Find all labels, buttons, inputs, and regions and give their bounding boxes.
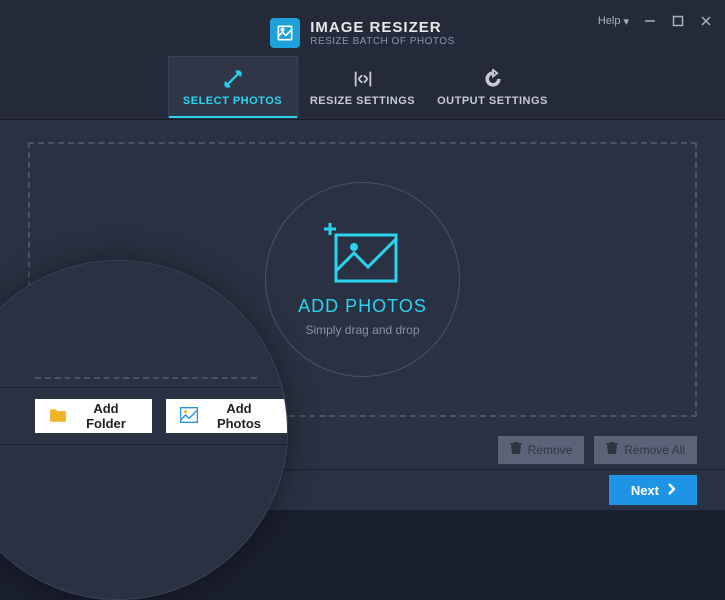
- tab-label: OUTPUT SETTINGS: [437, 95, 548, 107]
- button-label: Add Folder: [74, 401, 138, 431]
- app-logo-icon: [270, 18, 300, 48]
- tab-label: SELECT PHOTOS: [183, 95, 282, 107]
- button-label: Remove All: [624, 443, 685, 457]
- app-subtitle: RESIZE BATCH OF PHOTOS: [310, 36, 455, 47]
- trash-icon: [606, 441, 618, 458]
- add-photo-icon: [324, 223, 402, 290]
- button-label: Remove: [528, 443, 573, 457]
- button-label: Next: [631, 483, 659, 498]
- remove-all-button[interactable]: Remove All: [594, 436, 697, 464]
- folder-icon: [49, 407, 67, 426]
- titlebar: IMAGE RESIZER RESIZE BATCH OF PHOTOS Hel…: [0, 0, 725, 55]
- remove-button[interactable]: Remove: [498, 436, 585, 464]
- tab-bar: SELECT PHOTOS RESIZE SETTINGS OUTPUT SET…: [0, 55, 725, 120]
- maximize-button[interactable]: [671, 14, 685, 28]
- zoom-callout: Add Folder Add Photos: [0, 260, 288, 600]
- refresh-icon: [482, 68, 504, 90]
- trash-icon: [510, 441, 522, 458]
- tab-output-settings[interactable]: OUTPUT SETTINGS: [428, 56, 558, 118]
- add-photos-circle[interactable]: ADD PHOTOS Simply drag and drop: [265, 182, 460, 377]
- tab-resize-settings[interactable]: RESIZE SETTINGS: [298, 56, 428, 118]
- next-button[interactable]: Next: [609, 475, 697, 505]
- zoom-add-folder-button[interactable]: Add Folder: [35, 399, 152, 433]
- chevron-down-icon: ▾: [623, 15, 629, 28]
- tab-select-photos[interactable]: SELECT PHOTOS: [168, 56, 298, 118]
- resize-icon: [352, 68, 374, 90]
- tab-label: RESIZE SETTINGS: [310, 95, 415, 107]
- zoom-add-photos-button[interactable]: Add Photos: [166, 399, 287, 433]
- chevron-right-icon: [667, 483, 675, 498]
- add-photos-title: ADD PHOTOS: [298, 296, 427, 317]
- help-menu[interactable]: Help ▾: [598, 15, 629, 28]
- expand-arrows-icon: [222, 68, 244, 90]
- add-photos-subtitle: Simply drag and drop: [305, 323, 419, 337]
- app-title: IMAGE RESIZER: [310, 19, 455, 36]
- photo-icon: [180, 407, 198, 426]
- button-label: Add Photos: [205, 401, 273, 431]
- minimize-button[interactable]: [643, 14, 657, 28]
- close-button[interactable]: [699, 14, 713, 28]
